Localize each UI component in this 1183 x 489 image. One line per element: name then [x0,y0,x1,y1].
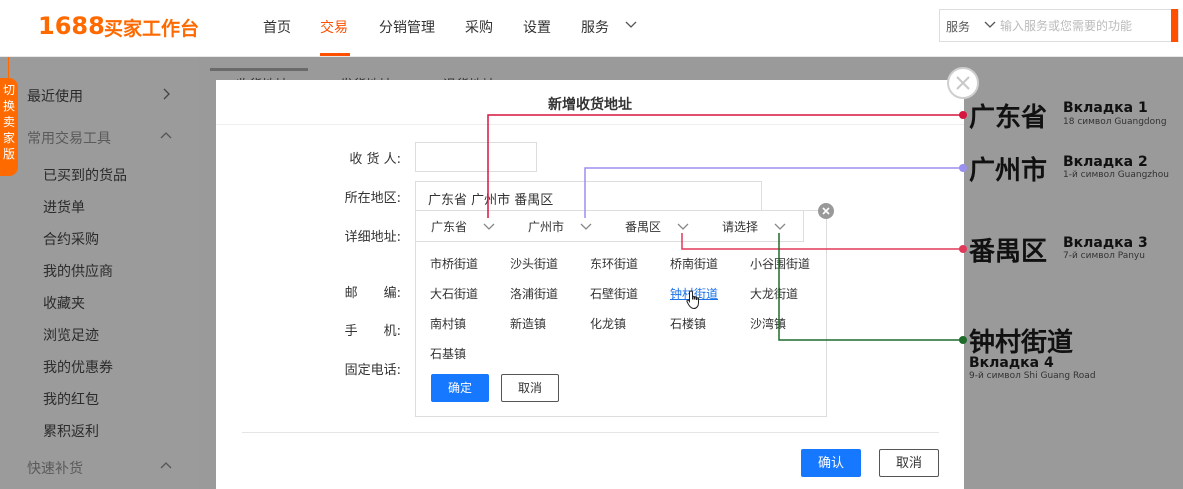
logo-number[interactable]: 1688 [38,12,105,40]
street-option[interactable]: 新造镇 [510,315,546,332]
top-navigation-bar: 1688 买家工作台 首页 交易 分销管理 采购 设置 服务 服务 [0,0,1183,57]
close-icon [822,207,830,215]
annotation-title-3: 番禺区 [969,237,1048,267]
footer-divider [242,432,939,433]
street-option[interactable]: 石基镇 [430,345,466,362]
picker-tab-district[interactable]: 番禺区 [610,211,708,242]
dialog-title: 新增收货地址 [548,97,632,113]
background-tab-indicator [210,68,308,71]
active-nav-indicator [320,53,350,56]
picker-confirm-button[interactable]: 确定 [431,374,489,402]
annotation-note-4: 9-й символ Shi Guang Road [969,371,1096,381]
chevron-down-icon [580,223,592,230]
annotation-note-3: 7-й символ Panyu [1063,251,1145,261]
street-option[interactable]: 小谷围街道 [750,255,810,272]
close-dialog-button[interactable] [947,67,979,99]
chevron-up-icon[interactable] [160,460,172,472]
annotation-tab-3: Вкладка 3 [1063,235,1148,251]
phone-label: 固定电话: [344,363,401,378]
picker-tab-label: 请选择 [722,220,759,234]
sidebar-item-contract[interactable]: 合约采购 [43,229,99,249]
street-option[interactable]: 洛浦街道 [510,285,558,302]
receiver-label: 收 货 人: [349,152,401,167]
postcode-label: 邮 编: [344,286,401,301]
street-option[interactable]: 石壁街道 [590,285,638,302]
annotation-tab-4: Вкладка 4 [969,355,1054,371]
annotation-title-1: 广东省 [969,103,1048,133]
dialog-divider [216,124,964,125]
confirm-button[interactable]: 确认 [801,449,861,477]
nav-trade[interactable]: 交易 [320,17,348,37]
chevron-down-icon[interactable] [625,18,637,30]
cancel-button[interactable]: 取消 [879,449,939,477]
chevron-right-icon[interactable] [160,88,172,100]
picker-tab-label: 广东省 [431,220,468,234]
picker-tab-city[interactable]: 广州市 [513,211,611,242]
picker-tab-label: 番禺区 [625,220,662,234]
sidebar-item-history[interactable]: 浏览足迹 [43,325,99,345]
nav-settings[interactable]: 设置 [523,17,551,37]
nav-distribution[interactable]: 分销管理 [379,17,435,37]
street-option[interactable]: 桥南街道 [670,255,718,272]
nav-home[interactable]: 首页 [263,17,291,37]
chevron-down-icon [483,223,495,230]
street-option[interactable]: 大龙街道 [750,285,798,302]
annotation-tab-1: Вкладка 1 [1063,100,1148,116]
picker-cancel-button[interactable]: 取消 [501,374,559,402]
picker-tab-label: 广州市 [528,220,565,234]
street-option[interactable]: 化龙镇 [590,315,626,332]
street-option[interactable]: 石楼镇 [670,315,706,332]
hand-cursor-icon [686,290,699,310]
street-option[interactable]: 沙头街道 [510,255,558,272]
sidebar-item-purchased[interactable]: 已买到的货品 [43,165,127,185]
sidebar-item-coupons[interactable]: 我的优惠券 [43,357,113,377]
street-option[interactable]: 市桥街道 [430,255,478,272]
annotation-tab-2: Вкладка 2 [1063,154,1148,170]
region-field[interactable]: 广东省 广州市 番禺区 [415,181,762,211]
logo-text[interactable]: 买家工作台 [104,14,199,41]
region-label: 所在地区: [344,191,401,206]
street-option[interactable]: 大石街道 [430,285,478,302]
sidebar-item-rebate[interactable]: 累积返利 [43,421,99,441]
picker-tab-province[interactable]: 广东省 [416,211,514,242]
sidebar-item-suppliers[interactable]: 我的供应商 [43,261,113,281]
search-button[interactable] [1171,9,1178,42]
nav-purchase[interactable]: 采购 [465,17,493,37]
street-option[interactable]: 东环街道 [590,255,638,272]
switch-connector-line [8,57,9,79]
sidebar-group-tools[interactable]: 常用交易工具 [27,128,111,148]
detail-label: 详细地址: [344,230,401,245]
switch-to-seller-tab[interactable]: 切换卖家版 [0,78,18,176]
sidebar-item-redpacket[interactable]: 我的红包 [43,389,99,409]
sidebar-item-favorites[interactable]: 收藏夹 [43,293,85,313]
chevron-up-icon[interactable] [160,130,172,142]
annotation-title-2: 广州市 [969,156,1048,186]
mobile-label: 手 机: [344,324,401,339]
chevron-down-icon [774,223,786,230]
close-icon [956,76,970,90]
receiver-input[interactable] [415,142,537,172]
picker-close-button[interactable] [818,203,834,219]
sidebar-recent[interactable]: 最近使用 [27,86,83,106]
sidebar-item-cart[interactable]: 进货单 [43,197,85,217]
street-option[interactable]: 沙湾镇 [750,315,786,332]
annotation-note-1: 18 символ Guangdong [1063,117,1167,127]
annotation-note-2: 1-й символ Guangzhou [1063,170,1169,180]
chevron-down-icon [677,223,689,230]
chevron-down-icon[interactable] [984,18,996,30]
sidebar-group-quick[interactable]: 快速补货 [27,458,83,478]
search-box: 服务 [939,9,1179,42]
annotation-title-4: 钟村街道 [969,328,1074,358]
picker-tab-street[interactable]: 请选择 [707,211,804,242]
search-input[interactable] [1000,14,1170,38]
search-category[interactable]: 服务 [946,18,970,35]
street-option[interactable]: 南村镇 [430,315,466,332]
nav-services[interactable]: 服务 [581,17,609,37]
